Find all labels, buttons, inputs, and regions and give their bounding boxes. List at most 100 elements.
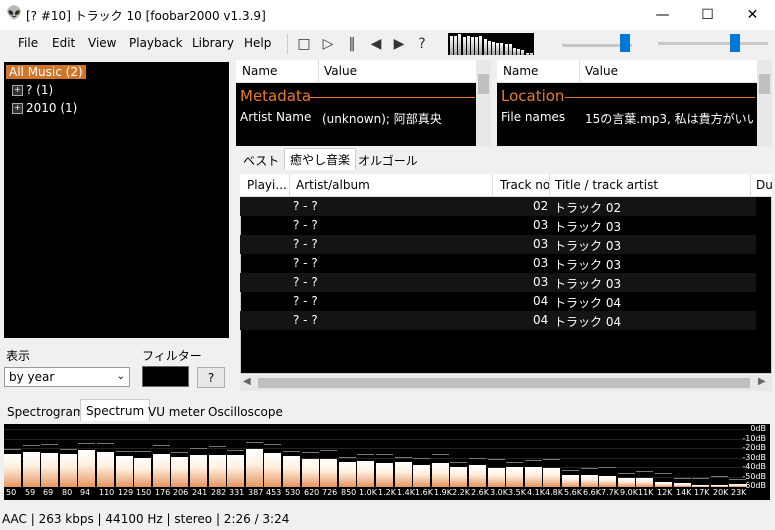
frequency-label: 9.0K	[620, 488, 638, 497]
column-title[interactable]: Title / track artist	[555, 178, 658, 192]
column-playing[interactable]: Playi...	[247, 178, 287, 192]
menu-edit[interactable]: Edit	[52, 36, 75, 50]
spectrum-peak	[283, 451, 300, 452]
tree-item-unknown[interactable]: +? (1)	[12, 83, 53, 97]
tree-item-all-music[interactable]: All Music (2)	[6, 65, 86, 79]
frequency-label: 129	[118, 488, 134, 497]
tab-music-box[interactable]: オルゴール	[353, 150, 423, 172]
spectrum-peak	[376, 454, 393, 455]
view-label: 表示	[6, 349, 31, 363]
db-gridline	[4, 429, 748, 430]
playlist-row[interactable]: ? - ? 03 トラック 03	[240, 216, 756, 235]
spectrum-bar	[320, 459, 337, 487]
property-value: (unknown); 阿部真央	[322, 112, 442, 126]
playlist-horizontal-scrollbar[interactable]: ◀ ▶	[240, 375, 772, 391]
tab-oscilloscope[interactable]: Oscilloscope	[203, 401, 288, 423]
view-select[interactable]: by year ⌄	[4, 367, 130, 387]
menu-playback[interactable]: Playback	[129, 36, 183, 50]
play-icon[interactable]: ▷	[318, 34, 338, 54]
random-icon[interactable]: ?	[412, 34, 432, 54]
property-name: Artist Name	[240, 110, 312, 124]
db-label: -40dB	[742, 462, 766, 471]
column-name[interactable]: Name	[242, 64, 277, 78]
spectrum-peak	[618, 473, 635, 474]
spectrum-bar	[450, 467, 467, 487]
menu-view[interactable]: View	[88, 36, 116, 50]
location-scrollbar[interactable]	[757, 60, 772, 146]
spectrum-bar	[376, 463, 393, 487]
section-divider	[565, 97, 755, 98]
expand-icon[interactable]: +	[12, 85, 23, 96]
scroll-right-icon[interactable]: ▶	[758, 376, 766, 387]
frequency-label: 1.4K	[397, 488, 415, 497]
spectrum-peak	[395, 457, 412, 458]
tab-spectrogram[interactable]: Spectrogram	[2, 401, 90, 423]
spectrum-bar	[488, 468, 505, 487]
minimize-button[interactable]: —	[640, 0, 685, 30]
mini-spectrum-bar	[500, 43, 504, 55]
filter-input[interactable]	[142, 366, 189, 387]
row-track-no: 03	[533, 218, 549, 232]
row-track-no: 04	[533, 294, 549, 308]
mini-spectrum-bar	[458, 34, 462, 55]
menu-library[interactable]: Library	[192, 36, 234, 50]
seek-bar-track[interactable]	[658, 42, 768, 45]
row-artist: ? - ?	[293, 237, 318, 251]
spectrum-bar	[469, 465, 486, 487]
playlist-row[interactable]: ? - ? 03 トラック 03	[240, 235, 756, 254]
search-button[interactable]: ?	[197, 367, 225, 388]
column-duration[interactable]: Du	[756, 178, 773, 192]
close-button[interactable]: ✕	[730, 0, 775, 30]
menu-help[interactable]: Help	[244, 36, 271, 50]
spectrum-peak	[302, 452, 319, 453]
library-tree[interactable]: All Music (2) +? (1) +2010 (1)	[4, 62, 229, 338]
mini-spectrum-bar	[496, 43, 500, 55]
maximize-button[interactable]: ☐	[685, 0, 730, 30]
mini-spectrum-bar	[525, 53, 529, 55]
menu-file[interactable]: File	[18, 36, 38, 50]
stop-icon[interactable]: □	[294, 34, 314, 54]
mini-spectrum-bar	[454, 36, 458, 55]
tree-item-label: All Music (2)	[9, 65, 83, 79]
column-value[interactable]: Value	[585, 64, 618, 78]
mini-spectrum-bar	[492, 42, 495, 55]
spectrum-bar	[543, 468, 560, 487]
previous-icon[interactable]: ◀	[366, 34, 386, 54]
playlist-row[interactable]: ? - ? 03 トラック 03	[240, 273, 756, 292]
pause-icon[interactable]: ‖	[342, 34, 362, 54]
tab-spectrum[interactable]: Spectrum	[80, 399, 151, 421]
spectrum-peak	[655, 473, 672, 474]
seek-bar-thumb[interactable]	[730, 34, 740, 52]
row-track-no: 02	[533, 199, 549, 213]
frequency-label: 1.2K	[378, 488, 396, 497]
frequency-label: 3.5K	[508, 488, 526, 497]
column-artist-album[interactable]: Artist/album	[296, 178, 370, 192]
spectrum-peak	[116, 451, 133, 452]
expand-icon[interactable]: +	[12, 103, 23, 114]
playlist-row[interactable]: ? - ? 04 トラック 04	[240, 292, 756, 311]
playlist-row[interactable]: ? - ? 03 トラック 03	[240, 254, 756, 273]
spectrum-peak	[729, 479, 746, 480]
playlist-row[interactable]: ? - ? 02 トラック 02	[240, 197, 756, 216]
location-panel: Name Value Location File names 15の言葉.mp3…	[497, 60, 772, 146]
tab-best[interactable]: ベスト	[238, 150, 284, 172]
mini-spectrum-bar	[487, 41, 491, 55]
volume-slider-thumb[interactable]	[620, 34, 630, 52]
playlist-row[interactable]: ? - ? 04 トラック 04	[240, 311, 756, 330]
tree-item-2010[interactable]: +2010 (1)	[12, 101, 77, 115]
spectrum-bar	[283, 456, 300, 487]
row-artist: ? - ?	[293, 218, 318, 232]
location-value: 15の言葉.mp3, 私は貴方がいいので	[585, 112, 755, 126]
properties-scrollbar[interactable]	[476, 60, 491, 146]
frequency-label: 1.0K	[359, 488, 377, 497]
column-value[interactable]: Value	[324, 64, 357, 78]
frequency-label: 12K	[657, 488, 673, 497]
scroll-left-icon[interactable]: ◀	[243, 376, 251, 387]
column-track-no[interactable]: Track no	[500, 178, 550, 192]
frequency-label: 530	[285, 488, 301, 497]
playlist-tabs: ベスト 癒やし音楽 オルゴール	[236, 148, 756, 172]
tab-vu-meter[interactable]: VU meter	[143, 401, 210, 423]
next-icon[interactable]: ▶	[389, 34, 409, 54]
tab-healing-music[interactable]: 癒やし音楽	[284, 148, 357, 170]
column-name[interactable]: Name	[503, 64, 538, 78]
